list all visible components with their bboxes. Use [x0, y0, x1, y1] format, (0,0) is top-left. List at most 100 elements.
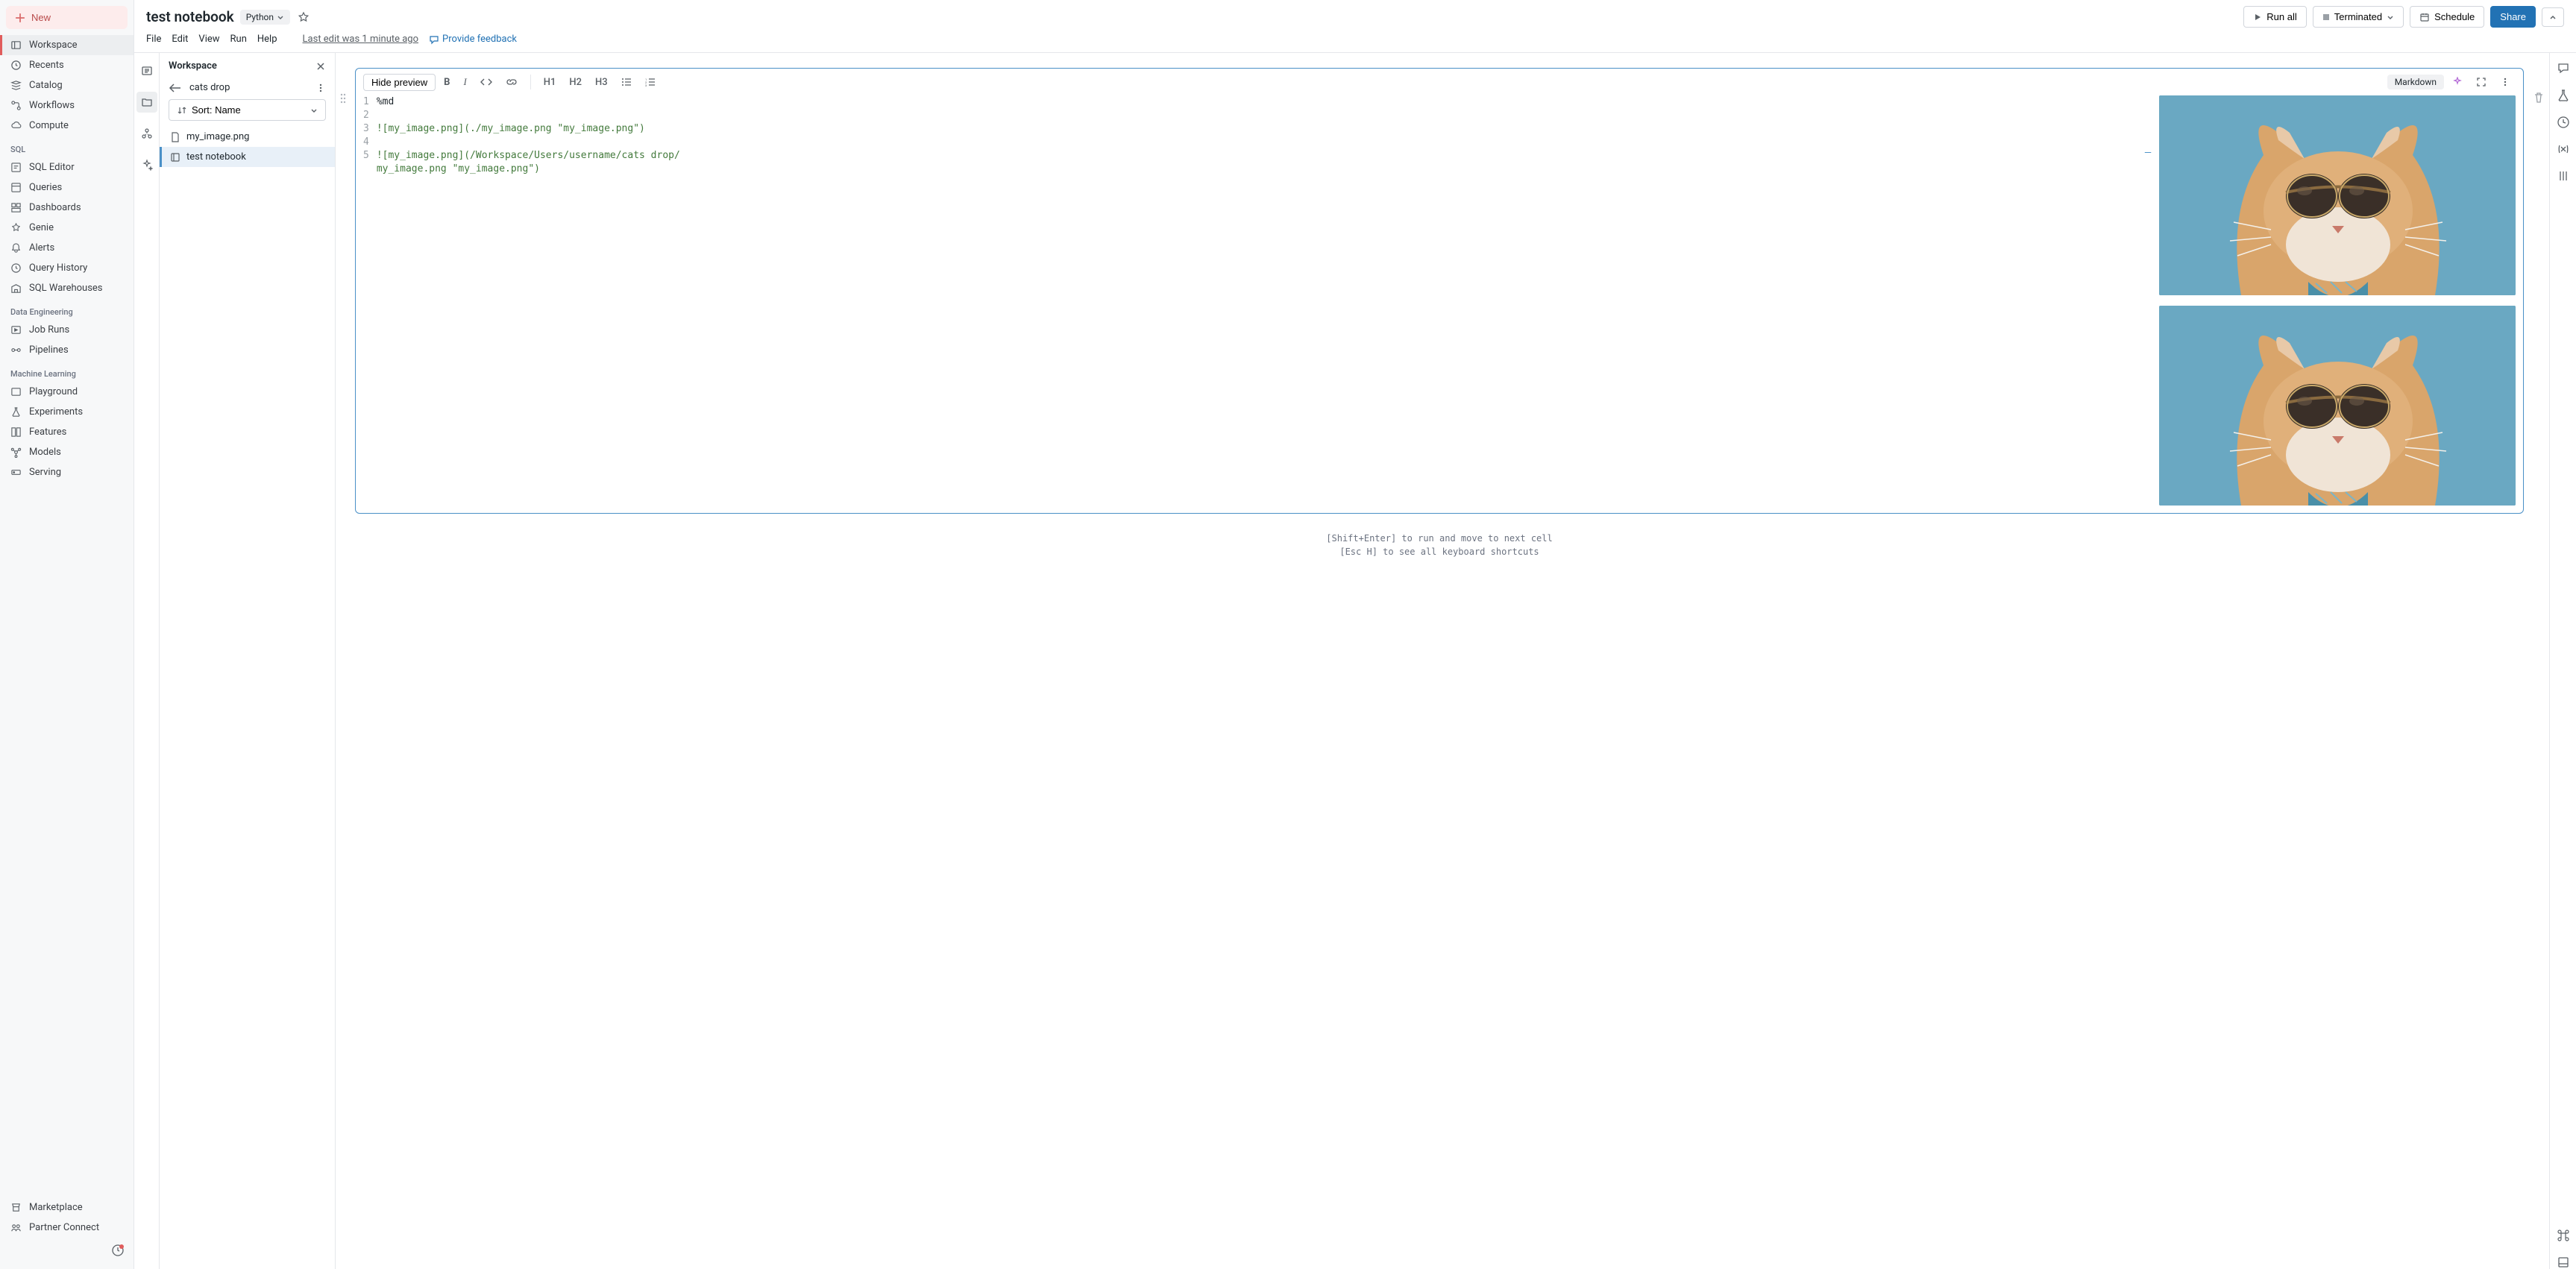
arrow-left-icon [169, 83, 182, 93]
sidebar-item-pipelines[interactable]: Pipelines [0, 340, 133, 360]
feedback-link[interactable]: Provide feedback [429, 34, 517, 45]
section-de: Data Engineering [0, 298, 133, 320]
sidebar-item-label: Serving [29, 467, 61, 478]
preview-divider-handle[interactable]: — [2144, 148, 2152, 159]
sidebar-item-job-runs[interactable]: Job Runs [0, 320, 133, 340]
folder-menu-button[interactable] [315, 83, 326, 93]
cloud-icon [10, 120, 22, 131]
file-item-notebook[interactable]: test notebook [160, 147, 335, 167]
sidebar-item-workspace[interactable]: Workspace [0, 35, 133, 55]
bold-button[interactable]: B [439, 74, 455, 91]
close-panel-button[interactable] [315, 61, 326, 72]
partner-icon [10, 1222, 22, 1233]
code-button[interactable] [475, 75, 497, 89]
sidebar-item-partner-connect[interactable]: Partner Connect [0, 1218, 133, 1238]
list-ol-icon: 123 [645, 78, 656, 86]
sidebar-item-dashboards[interactable]: Dashboards [0, 198, 133, 218]
sidebar-item-label: Job Runs [29, 324, 69, 336]
panels-button[interactable] [2557, 169, 2570, 183]
sidebar-item-catalog[interactable]: Catalog [0, 75, 133, 95]
chevron-down-icon [310, 107, 318, 114]
rail-assistant-icon[interactable] [136, 154, 157, 175]
sidebar-item-marketplace[interactable]: Marketplace [0, 1197, 133, 1218]
job-runs-icon [10, 324, 22, 336]
last-edit-link[interactable]: Last edit was 1 minute ago [303, 34, 419, 45]
sidebar-item-label: Genie [29, 222, 54, 233]
sidebar-item-query-history[interactable]: Query History [0, 258, 133, 278]
sort-button[interactable]: Sort: Name [169, 99, 326, 121]
share-button[interactable]: Share [2490, 6, 2536, 28]
sidebar-item-label: Compute [29, 120, 69, 131]
file-item-image[interactable]: my_image.png [160, 127, 335, 147]
menu-run[interactable]: Run [230, 34, 247, 45]
folder-name[interactable]: cats drop [189, 82, 308, 93]
menu-file[interactable]: File [146, 34, 161, 45]
menu-bar: File Edit View Run Help Last edit was 1 … [134, 34, 2576, 53]
sidebar-item-recents[interactable]: Recents [0, 55, 133, 75]
sidebar-item-label: SQL Warehouses [29, 283, 103, 294]
language-selector[interactable]: Python [240, 10, 290, 25]
workspace-panel-title: Workspace [169, 60, 310, 72]
favorite-button[interactable] [296, 10, 311, 25]
markdown-cell[interactable]: Hide preview B I H1 H2 H3 123 [355, 68, 2524, 514]
new-button[interactable]: New [6, 6, 128, 29]
sidebar-item-label: SQL Editor [29, 162, 75, 173]
bullet-list-button[interactable] [616, 75, 637, 89]
sidebar-item-queries[interactable]: Queries [0, 177, 133, 198]
delete-cell-button[interactable] [2533, 92, 2545, 104]
rail-folder-icon[interactable] [136, 92, 157, 113]
shortcuts-button[interactable] [2557, 1229, 2570, 1242]
file-name: test notebook [186, 151, 246, 163]
menu-view[interactable]: View [198, 34, 219, 45]
collapse-header-button[interactable] [2542, 7, 2564, 27]
plus-icon [15, 13, 25, 23]
sidebar-item-genie[interactable]: Genie [0, 218, 133, 238]
cell-type-pill[interactable]: Markdown [2387, 75, 2444, 89]
run-all-button[interactable]: Run all [2243, 6, 2306, 28]
sidebar-item-sql-editor[interactable]: SQL Editor [0, 157, 133, 177]
variables-button[interactable] [2557, 142, 2570, 156]
menu-help[interactable]: Help [257, 34, 277, 45]
sidebar-item-workflows[interactable]: Workflows [0, 95, 133, 116]
comment-icon [2557, 62, 2570, 75]
h3-button[interactable]: H3 [590, 74, 613, 91]
mlflow-button[interactable] [2557, 89, 2570, 102]
hide-preview-button[interactable]: Hide preview [363, 74, 436, 91]
sidebar-item-compute[interactable]: Compute [0, 116, 133, 136]
menu-edit[interactable]: Edit [172, 34, 188, 45]
assistant-button[interactable] [2447, 74, 2468, 90]
bottom-panel-button[interactable] [2557, 1256, 2570, 1269]
sidebar-item-models[interactable]: Models [0, 442, 133, 462]
section-ml: Machine Learning [0, 360, 133, 382]
chevron-down-icon [277, 13, 284, 21]
cell-drag-handle[interactable] [339, 92, 348, 105]
sql-editor-icon [10, 162, 22, 173]
rail-schema-icon[interactable] [136, 123, 157, 144]
schedule-button[interactable]: Schedule [2410, 6, 2484, 28]
expand-button[interactable] [2471, 74, 2492, 90]
link-button[interactable] [500, 75, 523, 89]
sidebar-item-sql-warehouses[interactable]: SQL Warehouses [0, 278, 133, 298]
sidebar-item-experiments[interactable]: Experiments [0, 402, 133, 422]
h1-button[interactable]: H1 [538, 74, 562, 91]
sidebar-item-alerts[interactable]: Alerts [0, 238, 133, 258]
comments-button[interactable] [2557, 62, 2570, 75]
compute-status-button[interactable]: Terminated [2313, 6, 2404, 28]
sidebar-item-playground[interactable]: Playground [0, 382, 133, 402]
cell-menu-button[interactable] [2495, 74, 2516, 90]
rail-outline-icon[interactable] [136, 60, 157, 81]
notebook-title[interactable]: test notebook [146, 8, 234, 25]
status-label: Terminated [2334, 11, 2382, 22]
feedback-label: Provide feedback [442, 34, 517, 45]
revision-button[interactable] [2557, 116, 2570, 129]
grip-icon [339, 92, 348, 105]
serving-icon [10, 467, 22, 478]
numbered-list-button[interactable]: 123 [640, 75, 661, 89]
sidebar-item-features[interactable]: Features [0, 422, 133, 442]
history-badge-icon[interactable] [111, 1244, 125, 1257]
back-button[interactable] [169, 83, 182, 93]
sidebar-item-serving[interactable]: Serving [0, 462, 133, 482]
h2-button[interactable]: H2 [564, 74, 587, 91]
italic-button[interactable]: I [458, 73, 471, 91]
code-editor[interactable]: 1 2 3 4 5 %md ![my_i [363, 95, 2137, 506]
